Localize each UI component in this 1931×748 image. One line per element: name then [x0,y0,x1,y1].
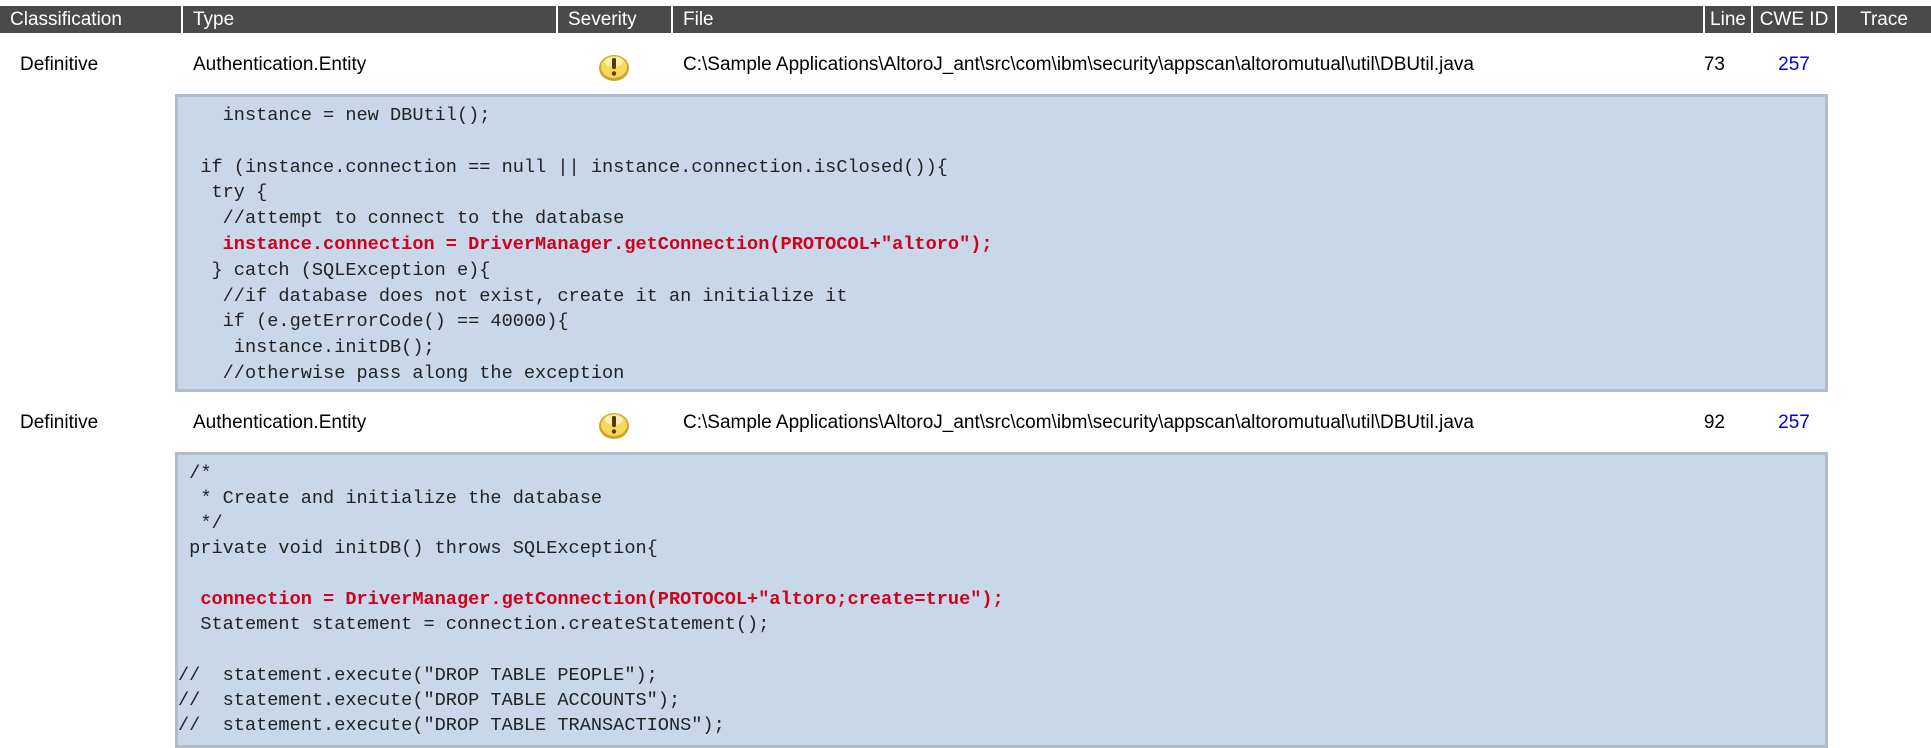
code-line: } catch (SQLException e){ [178,260,491,281]
line-number-cell: 92 [1703,412,1725,433]
code-line-highlighted: connection = DriverManager.getConnection… [178,589,1004,610]
code-line: // statement.execute("DROP TABLE TRANSAC… [178,715,725,736]
code-line: //if database does not exist, create it … [178,286,848,307]
code-line: //attempt to connect to the database [178,208,625,229]
code-snippet: /* * Create and initialize the database … [175,452,1828,748]
cwe-link[interactable]: 257 [1771,53,1817,77]
header-severity[interactable]: Severity [558,6,671,33]
code-line-highlighted: instance.connection = DriverManager.getC… [178,234,993,255]
header-trace[interactable]: Trace [1837,6,1931,33]
code-line: private void initDB() throws SQLExceptio… [178,538,658,559]
header-classification[interactable]: Classification [0,6,181,33]
line-number-cell: 73 [1703,54,1725,75]
header-type[interactable]: Type [183,6,556,33]
code-line: //otherwise pass along the exception [178,363,625,384]
header-file[interactable]: File [673,6,1703,33]
type-cell: Authentication.Entity [193,412,367,433]
header-line[interactable]: Line [1705,6,1751,33]
code-line: // statement.execute("DROP TABLE PEOPLE"… [178,665,658,686]
cwe-link[interactable]: 257 [1771,411,1817,435]
code-line: /* [178,463,212,484]
warning-icon [599,413,629,439]
classification-cell: Definitive [20,412,99,433]
file-path-cell: C:\Sample Applications\AltoroJ_ant\src\c… [683,54,1474,75]
classification-cell: Definitive [20,54,99,75]
code-line: if (e.getErrorCode() == 40000){ [178,311,569,332]
warning-icon [599,55,629,81]
file-path-cell: C:\Sample Applications\AltoroJ_ant\src\c… [683,412,1474,433]
code-line: */ [178,513,223,534]
code-line: // statement.execute("DROP TABLE ACCOUNT… [178,690,681,711]
code-line: Statement statement = connection.createS… [178,614,770,635]
header-cwe-id[interactable]: CWE ID [1753,6,1835,33]
code-line: if (instance.connection == null || insta… [178,157,948,178]
code-line: * Create and initialize the database [178,488,603,509]
code-snippet: instance = new DBUtil(); if (instance.co… [175,94,1828,392]
code-line: instance = new DBUtil(); [178,105,491,126]
type-cell: Authentication.Entity [193,54,367,75]
code-line: try { [178,182,268,203]
code-line: instance.initDB(); [178,337,435,358]
